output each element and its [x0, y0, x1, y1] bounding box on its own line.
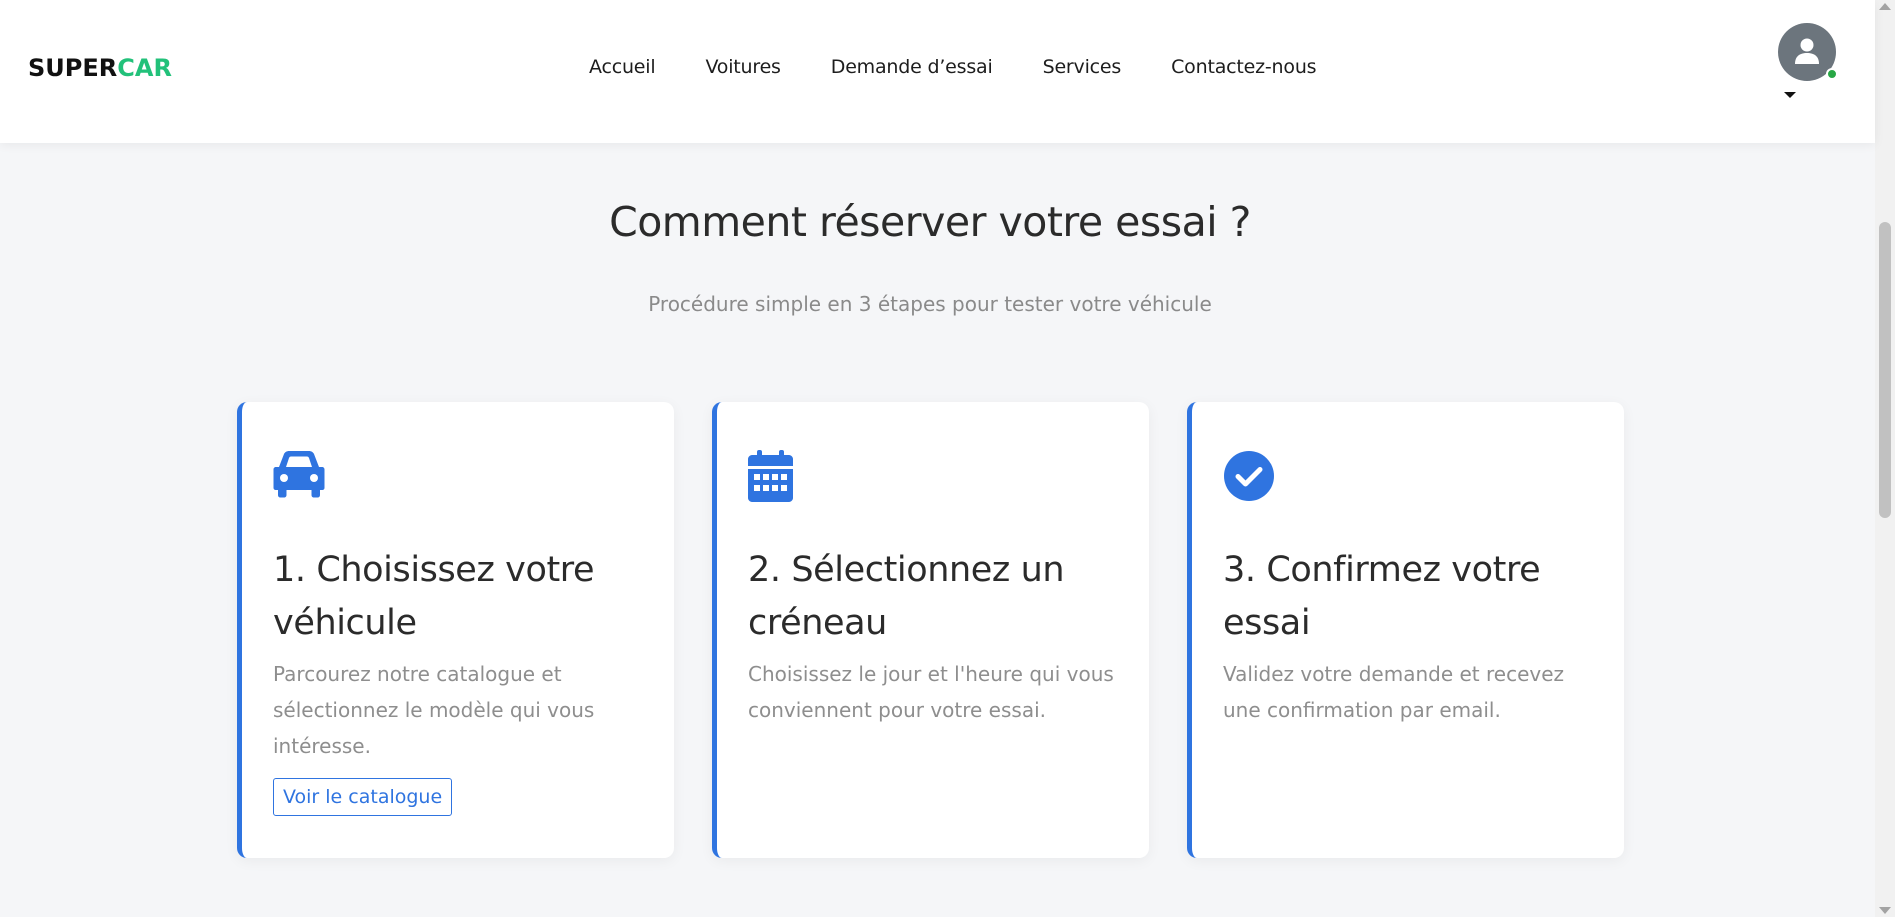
check-circle-icon	[1223, 450, 1594, 502]
section-title: Comment réserver votre essai ?	[609, 198, 1251, 246]
step-card-1: 1. Choisissez votre véhicule Parcourez n…	[237, 402, 674, 858]
scroll-down-arrow-icon[interactable]	[1879, 907, 1891, 914]
nav-link-accueil[interactable]: Accueil	[589, 56, 656, 78]
step-description: Choisissez le jour et l'heure qui vous c…	[748, 662, 1114, 722]
car-icon	[273, 450, 644, 502]
calendar-icon	[748, 450, 1119, 502]
user-icon	[1795, 38, 1819, 64]
step-description: Validez votre demande et recevez une con…	[1223, 662, 1565, 722]
main-nav: Accueil Voitures Demande d’essai Service…	[589, 56, 1317, 78]
step-title: 1. Choisissez votre véhicule	[273, 550, 595, 643]
brand-logo[interactable]: SUPERCAR	[28, 54, 172, 82]
user-menu-toggle[interactable]	[1778, 23, 1838, 83]
section-subtitle: Procédure simple en 3 étapes pour tester…	[648, 292, 1212, 316]
nav-link-contact[interactable]: Contactez-nous	[1171, 56, 1316, 78]
nav-link-demande-essai[interactable]: Demande d’essai	[831, 56, 993, 78]
nav-link-services[interactable]: Services	[1043, 56, 1122, 78]
view-catalog-button[interactable]: Voir le catalogue	[273, 778, 453, 816]
step-description: Parcourez notre catalogue et sélectionne…	[273, 662, 595, 758]
scroll-up-arrow-icon[interactable]	[1879, 3, 1891, 10]
step-title: 3. Confirmez votre essai	[1223, 550, 1541, 643]
logo-text-car: CAR	[117, 54, 172, 82]
online-status-dot	[1826, 68, 1838, 80]
chevron-down-icon[interactable]	[1784, 92, 1796, 98]
top-navbar: SUPERCAR Accueil Voitures Demande d’essa…	[0, 0, 1875, 143]
page-scrollbar[interactable]	[1875, 0, 1895, 917]
logo-text-super: SUPER	[28, 54, 118, 82]
step-card-2: 2. Sélectionnez un créneau Choisissez le…	[712, 402, 1149, 858]
scrollbar-thumb[interactable]	[1879, 222, 1891, 518]
nav-link-voitures[interactable]: Voitures	[705, 56, 781, 78]
step-title: 2. Sélectionnez un créneau	[748, 550, 1065, 643]
step-card-3: 3. Confirmez votre essai Validez votre d…	[1187, 402, 1624, 858]
